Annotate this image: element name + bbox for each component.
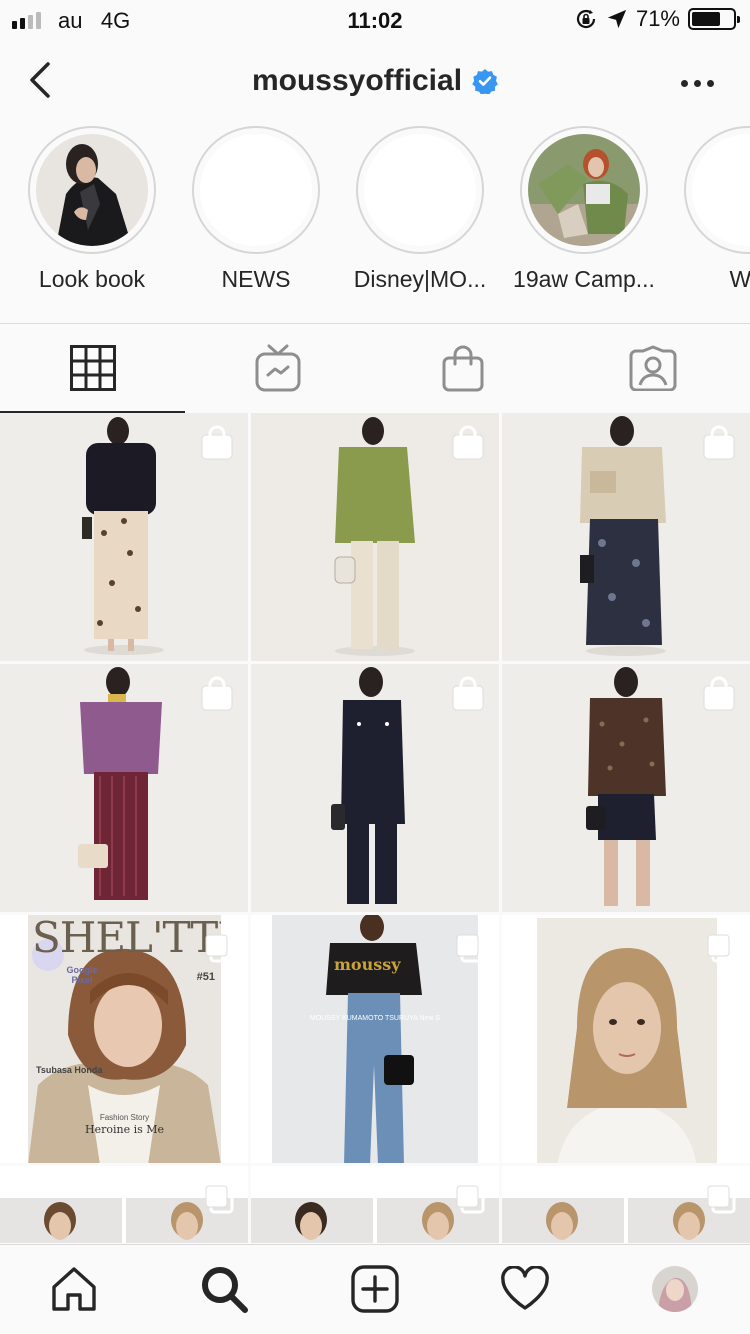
promo-image: moussy MOUSSY KUMAMOTO TSURUYA New S — [272, 915, 478, 1163]
highlight-19aw-campaign[interactable]: 19aw Camp... — [509, 126, 659, 293]
tagged-person-icon — [629, 345, 676, 391]
post-tile[interactable] — [502, 664, 750, 912]
tab-shop[interactable] — [370, 324, 555, 412]
nav-search[interactable] — [198, 1263, 250, 1315]
multi-photo-badge-icon — [205, 934, 234, 963]
highlight-label: Look book — [38, 266, 146, 292]
highlight-look-book[interactable]: Look book — [17, 126, 167, 293]
profile-tab-bar — [0, 323, 750, 413]
highlight-news[interactable]: NEWS — [181, 126, 331, 293]
post-tile[interactable] — [502, 1166, 750, 1243]
highlight-cover-image — [528, 134, 640, 246]
highlight-cover-image — [364, 134, 476, 246]
more-dots-icon[interactable] — [681, 80, 714, 87]
post-tile[interactable]: SHEL'TTER Google Pixel #51 Tsubasa Honda… — [0, 915, 248, 1163]
portrait-photo — [557, 948, 697, 1163]
highlight-ws[interactable]: WS — [673, 126, 750, 293]
story-highlights: Look book NEWS Disney|MO... 19aw Camp...… — [0, 126, 750, 316]
battery-percent: 71% — [635, 6, 680, 31]
multi-photo-badge-icon — [205, 1185, 234, 1214]
cover-name: Tsubasa Honda — [36, 1065, 103, 1075]
cover-story-title: Heroine is Me — [84, 1123, 165, 1136]
promo-line: MOUSSY KUMAMOTO TSURUYA New S — [309, 1015, 441, 1022]
highlight-cover-image — [692, 134, 750, 246]
verified-badge-icon — [472, 69, 498, 94]
post-tile[interactable] — [251, 1166, 499, 1243]
new-post-icon — [351, 1265, 399, 1313]
multi-photo-badge-icon — [456, 934, 485, 963]
nav-profile[interactable] — [649, 1263, 701, 1315]
highlight-label: Disney|MO... — [353, 266, 487, 292]
location-arrow-icon — [607, 9, 627, 29]
profile-avatar-icon — [652, 1266, 698, 1312]
highlight-cover-image — [200, 134, 312, 246]
profile-username: moussyofficial — [251, 64, 463, 97]
shopping-bag-icon — [442, 345, 483, 392]
post-tile[interactable] — [0, 1166, 248, 1243]
shop-bag-badge-icon — [452, 425, 484, 460]
post-tile[interactable] — [0, 413, 248, 661]
home-icon — [52, 1267, 96, 1311]
tab-tagged[interactable] — [560, 324, 745, 412]
shop-bag-badge-icon — [201, 676, 233, 711]
shop-bag-badge-icon — [452, 676, 484, 711]
shop-bag-badge-icon — [703, 425, 735, 460]
post-tile[interactable] — [502, 915, 750, 1163]
post-tile[interactable] — [502, 413, 750, 661]
cover-story: Fashion Story — [99, 1113, 150, 1122]
highlight-label: WS — [729, 266, 750, 292]
portrait-image — [537, 918, 717, 1163]
search-icon — [202, 1267, 248, 1313]
status-bar: au 4G 11:02 71% — [0, 0, 750, 40]
tee-logo: moussy — [334, 955, 401, 974]
profile-header: moussyofficial — [0, 50, 750, 120]
post-tile[interactable]: moussy MOUSSY KUMAMOTO TSURUYA New S — [251, 915, 499, 1163]
nav-activity[interactable] — [499, 1263, 551, 1315]
bottom-navigation — [0, 1244, 750, 1334]
post-tile[interactable] — [251, 413, 499, 661]
sticker-brand: Google Pixel — [66, 965, 98, 985]
multi-photo-badge-icon — [456, 1185, 485, 1214]
nav-home[interactable] — [48, 1263, 100, 1315]
multi-photo-badge-icon — [707, 934, 736, 963]
posts-grid: SHEL'TTER Google Pixel #51 Tsubasa Honda… — [0, 413, 750, 1243]
multi-photo-badge-icon — [707, 1185, 736, 1214]
grid-icon — [69, 345, 116, 391]
highlight-disney[interactable]: Disney|MO... — [345, 126, 495, 293]
highlight-cover-image — [36, 134, 148, 246]
orientation-lock-icon — [576, 9, 596, 29]
highlight-label: 19aw Camp... — [513, 266, 655, 292]
magazine-cover: SHEL'TTER Google Pixel #51 Tsubasa Honda… — [28, 915, 221, 1163]
highlight-label: NEWS — [221, 266, 291, 292]
shop-bag-badge-icon — [201, 425, 233, 460]
shop-bag-badge-icon — [703, 676, 735, 711]
promo-photo — [326, 915, 422, 1163]
battery-icon — [688, 8, 740, 30]
tab-igtv[interactable] — [185, 324, 370, 412]
magazine-title: SHEL'TTER — [32, 915, 221, 962]
activity-heart-icon — [501, 1266, 549, 1310]
igtv-icon — [255, 344, 300, 392]
tab-posts-grid[interactable] — [0, 324, 185, 413]
post-tile[interactable] — [0, 664, 248, 912]
nav-new-post[interactable] — [349, 1263, 401, 1315]
magazine-issue: #51 — [196, 971, 215, 983]
post-tile[interactable] — [251, 664, 499, 912]
